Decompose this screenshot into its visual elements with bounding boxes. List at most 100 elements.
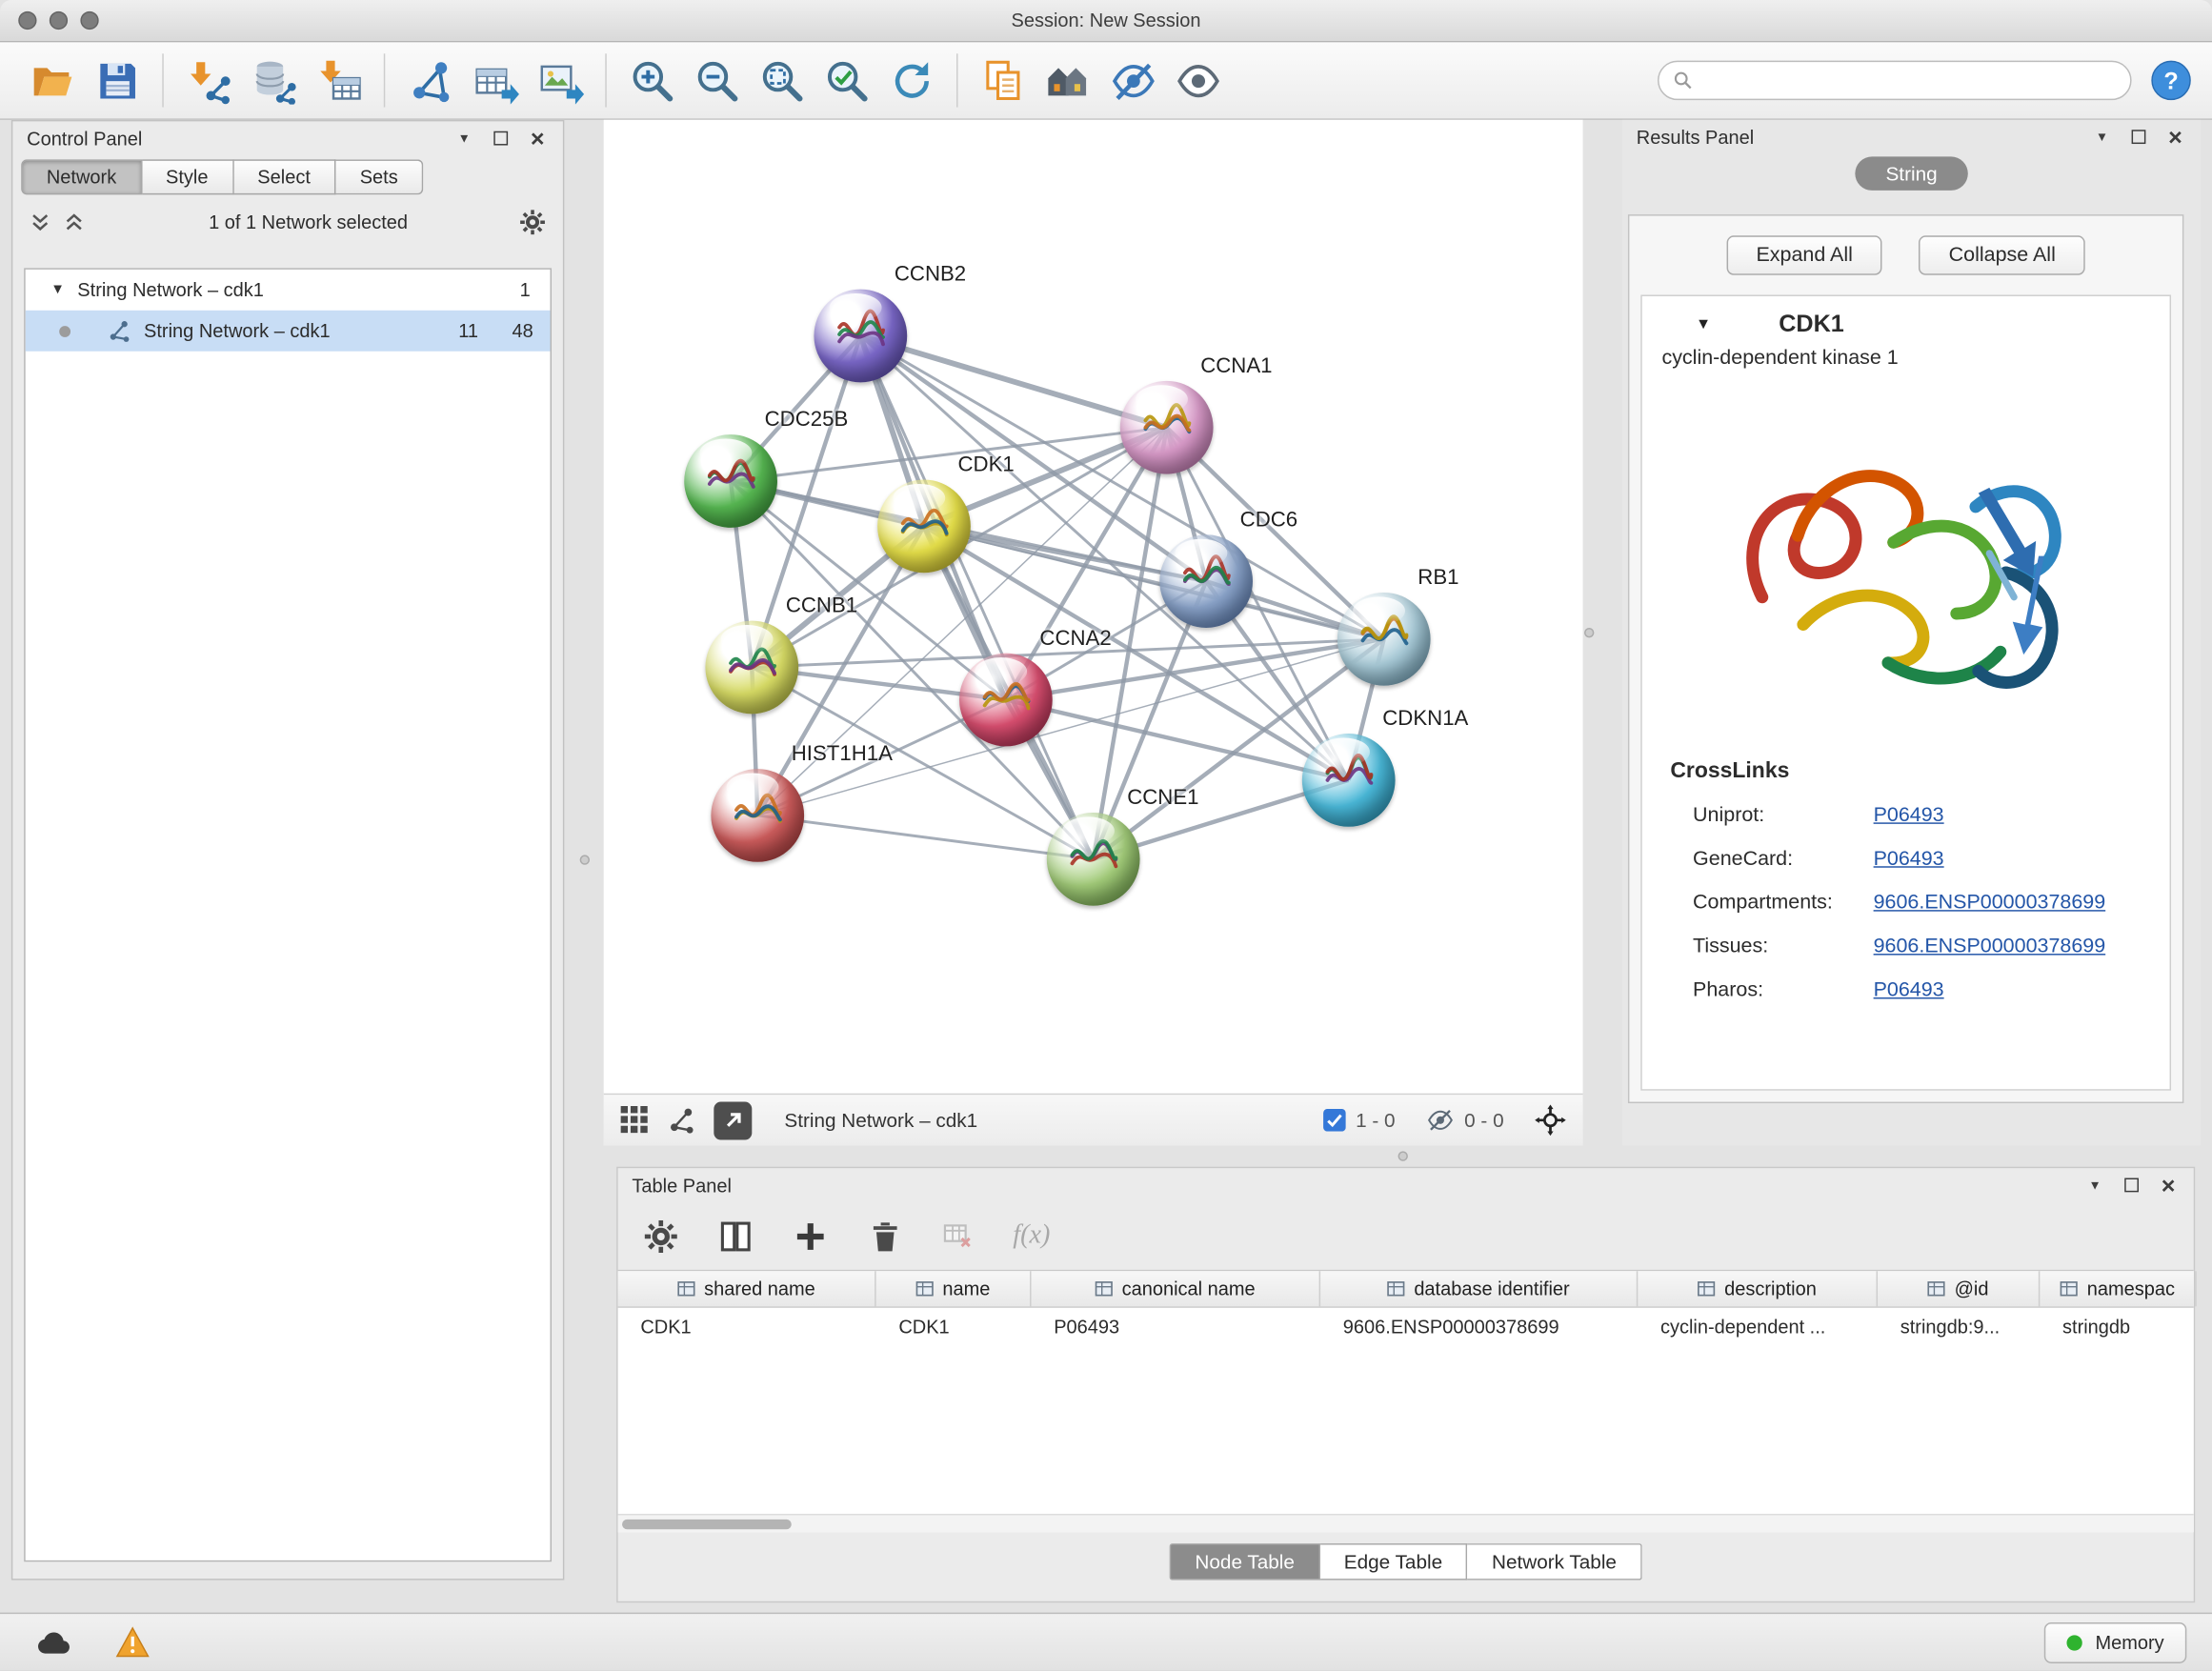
- network-node-rb1[interactable]: [1337, 593, 1431, 686]
- zoom-selected-button[interactable]: [814, 50, 878, 111]
- copy-annotations-button[interactable]: [971, 50, 1036, 111]
- crosslink-value-link[interactable]: 9606.ENSP00000378699: [1874, 891, 2106, 914]
- network-node-ccnb2[interactable]: [814, 290, 907, 383]
- panel-close-icon[interactable]: ×: [2164, 126, 2187, 149]
- collapse-all-icon[interactable]: [30, 211, 50, 232]
- node-table-body: CDK1CDK1P064939606.ENSP00000378699cyclin…: [618, 1308, 2194, 1346]
- splitter-handle-left[interactable]: [580, 855, 590, 864]
- panel-collapse-icon[interactable]: ▼: [2091, 126, 2114, 149]
- warnings-button[interactable]: [105, 1621, 161, 1663]
- zoom-out-icon: [694, 57, 740, 104]
- import-network-from-file-button[interactable]: [176, 50, 241, 111]
- crosslink-value-link[interactable]: P06493: [1874, 847, 1944, 870]
- network-node-ccne1[interactable]: [1047, 813, 1140, 906]
- open-session-button[interactable]: [20, 50, 85, 111]
- table-settings-gear-icon[interactable]: [643, 1218, 678, 1254]
- panel-collapse-icon[interactable]: ▼: [452, 127, 475, 150]
- search-box[interactable]: [1658, 61, 2132, 100]
- memory-status-dot-icon: [2067, 1635, 2082, 1650]
- show-columns-icon[interactable]: [718, 1218, 754, 1254]
- column-header-database-identifier[interactable]: database identifier: [1320, 1271, 1638, 1306]
- tab-node-table[interactable]: Node Table: [1170, 1543, 1320, 1580]
- memory-button[interactable]: Memory: [2044, 1621, 2186, 1662]
- network-row-selected[interactable]: String Network – cdk1 11 48: [26, 311, 551, 352]
- tab-string[interactable]: String: [1855, 156, 1968, 191]
- column-header--id[interactable]: @id: [1878, 1271, 2040, 1306]
- selected-checkbox-icon[interactable]: [1323, 1109, 1346, 1132]
- export-table-button[interactable]: [463, 50, 528, 111]
- network-node-ccna1[interactable]: [1120, 381, 1214, 474]
- tab-select[interactable]: Select: [233, 159, 335, 194]
- panel-close-icon[interactable]: ×: [526, 127, 549, 150]
- gear-icon[interactable]: [519, 208, 546, 234]
- table-row[interactable]: CDK1CDK1P064939606.ENSP00000378699cyclin…: [618, 1308, 2194, 1346]
- column-header-canonical-name[interactable]: canonical name: [1032, 1271, 1321, 1306]
- hidden-eye-slash-icon[interactable]: [1426, 1109, 1455, 1132]
- panel-collapse-icon[interactable]: ▼: [2083, 1174, 2106, 1197]
- table-panel-header: Table Panel ▼ ×: [618, 1168, 2194, 1202]
- network-collection-row[interactable]: ▼ String Network – cdk1 1: [26, 270, 551, 311]
- save-session-button[interactable]: [85, 50, 150, 111]
- help-button[interactable]: ?: [2150, 59, 2192, 101]
- panel-float-icon[interactable]: [2127, 126, 2150, 149]
- network-node-cdk1[interactable]: [877, 479, 971, 573]
- import-table-from-file-button[interactable]: [306, 50, 371, 111]
- panel-float-icon[interactable]: [2121, 1174, 2143, 1197]
- node-label-ccna2: CCNA2: [1039, 627, 1111, 651]
- panel-float-icon[interactable]: [490, 127, 513, 150]
- add-column-plus-icon[interactable]: [793, 1218, 828, 1254]
- column-header-name[interactable]: name: [876, 1271, 1032, 1306]
- splitter-handle-right[interactable]: [1584, 628, 1594, 637]
- tab-sets[interactable]: Sets: [336, 159, 424, 194]
- column-header-shared-name[interactable]: shared name: [618, 1271, 876, 1306]
- export-image-button[interactable]: [528, 50, 593, 111]
- crosslink-row: Compartments:9606.ENSP00000378699: [1693, 880, 2170, 924]
- collapse-all-button[interactable]: Collapse All: [1920, 235, 2085, 274]
- gene-card: ▼ CDK1 cyclin-dependent kinase 1: [1640, 295, 2171, 1091]
- network-node-cdc25b[interactable]: [684, 434, 777, 528]
- horizontal-scrollbar[interactable]: [618, 1514, 2194, 1532]
- search-input[interactable]: [1701, 70, 2116, 91]
- expand-all-button[interactable]: Expand All: [1726, 235, 1882, 274]
- scrollbar-thumb[interactable]: [622, 1520, 792, 1529]
- delete-column-trash-icon[interactable]: [868, 1218, 903, 1254]
- crosslink-value-link[interactable]: P06493: [1874, 803, 1944, 826]
- gene-disclosure-icon[interactable]: ▼: [1696, 316, 1711, 333]
- zoom-out-button[interactable]: [684, 50, 749, 111]
- tab-edge-table[interactable]: Edge Table: [1320, 1543, 1468, 1580]
- tab-network-table[interactable]: Network Table: [1468, 1543, 1642, 1580]
- network-node-hist1h1a[interactable]: [711, 769, 804, 862]
- column-header-description[interactable]: description: [1638, 1271, 1878, 1306]
- column-header-namespac[interactable]: namespac: [2040, 1271, 2196, 1306]
- import-network-from-database-button[interactable]: [241, 50, 306, 111]
- cloud-status-button[interactable]: [26, 1621, 82, 1663]
- network-overview-button[interactable]: [1036, 50, 1100, 111]
- tab-network[interactable]: Network: [21, 159, 142, 194]
- disclosure-triangle-icon[interactable]: ▼: [50, 282, 65, 297]
- new-network-button[interactable]: [398, 50, 463, 111]
- fit-crosshair-icon[interactable]: [1535, 1105, 1566, 1137]
- panel-close-icon[interactable]: ×: [2157, 1174, 2180, 1197]
- tab-style[interactable]: Style: [142, 159, 233, 194]
- network-canvas[interactable]: CCNB2CCNA1CDC25BCDK1CDC6RB1CCNB1CCNA2CDK…: [604, 120, 1583, 1094]
- control-panel: Control Panel ▼ × NetworkStyleSelectSets…: [11, 120, 565, 1580]
- detach-view-button[interactable]: [714, 1101, 752, 1139]
- grid-view-icon[interactable]: [621, 1106, 650, 1135]
- expand-all-icon[interactable]: [64, 211, 85, 232]
- birdseye-view-icon[interactable]: [667, 1106, 695, 1135]
- crosslink-label: GeneCard:: [1693, 847, 1874, 870]
- hide-selected-button[interactable]: [1100, 50, 1165, 111]
- refresh-button[interactable]: [879, 50, 944, 111]
- zoom-fit-button[interactable]: [749, 50, 814, 111]
- network-node-ccnb1[interactable]: [705, 621, 798, 715]
- table-cell: 9606.ENSP00000378699: [1320, 1308, 1638, 1346]
- network-node-ccna2[interactable]: [959, 654, 1053, 747]
- crosslink-value-link[interactable]: 9606.ENSP00000378699: [1874, 935, 2106, 957]
- table-cell: cyclin-dependent ...: [1638, 1308, 1878, 1346]
- network-node-cdkn1a[interactable]: [1302, 734, 1396, 827]
- splitter-handle-bottom[interactable]: [1398, 1151, 1408, 1160]
- show-all-button[interactable]: [1165, 50, 1230, 111]
- zoom-in-button[interactable]: [619, 50, 684, 111]
- network-node-cdc6[interactable]: [1159, 534, 1253, 628]
- crosslink-value-link[interactable]: P06493: [1874, 978, 1944, 1001]
